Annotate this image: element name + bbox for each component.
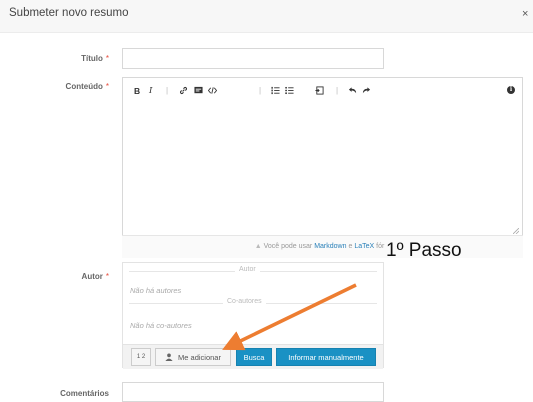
info-icon[interactable]: i: [507, 86, 515, 94]
close-button[interactable]: ×: [522, 8, 528, 20]
title-field-label: Título *: [81, 54, 109, 63]
arrow-up-icon: ▲: [254, 243, 262, 250]
toolbar-separator: |: [166, 86, 169, 95]
latex-link[interactable]: LaTeX: [354, 243, 374, 250]
dialog-title: Submeter novo resumo: [9, 7, 129, 19]
markdown-link[interactable]: Markdown: [314, 243, 346, 250]
user-icon: [165, 353, 173, 361]
no-authors-text: Não há autores: [130, 286, 182, 295]
annotation-arrow-icon: [222, 283, 357, 351]
content-field-label: Conteúdo *: [65, 82, 109, 91]
unordered-list-icon[interactable]: [285, 86, 294, 95]
code-icon[interactable]: [208, 86, 217, 95]
title-input[interactable]: [122, 48, 384, 69]
bold-button[interactable]: B: [134, 86, 140, 96]
author-divider-label: Autor: [235, 266, 260, 273]
undo-icon[interactable]: [348, 86, 357, 95]
editor-hint-bar: ▲ Você pode usar Markdown e LaTeX fór: [122, 235, 523, 258]
link-icon[interactable]: [179, 86, 188, 95]
editor-toolbar: B I | | | i: [122, 77, 523, 105]
ordered-list-icon[interactable]: [271, 86, 280, 95]
sort-icon: 1 2: [136, 354, 146, 360]
comments-field-label: Comentários: [60, 389, 109, 398]
fullscreen-icon[interactable]: [315, 86, 324, 95]
sort-button[interactable]: 1 2: [131, 348, 151, 366]
required-marker: *: [105, 54, 109, 63]
comments-input[interactable]: [122, 382, 384, 402]
italic-button[interactable]: I: [149, 86, 152, 96]
redo-icon[interactable]: [362, 86, 371, 95]
no-coauthors-text: Não há co-autores: [130, 321, 192, 330]
toolbar-separator: |: [259, 86, 262, 95]
step-annotation: 1º Passo: [386, 240, 462, 261]
author-field-label: Autor *: [81, 272, 109, 281]
required-marker: *: [105, 82, 109, 91]
toolbar-separator: |: [336, 86, 339, 95]
resize-handle-icon[interactable]: [513, 228, 519, 234]
image-icon[interactable]: [194, 86, 203, 95]
required-marker: *: [105, 272, 109, 281]
